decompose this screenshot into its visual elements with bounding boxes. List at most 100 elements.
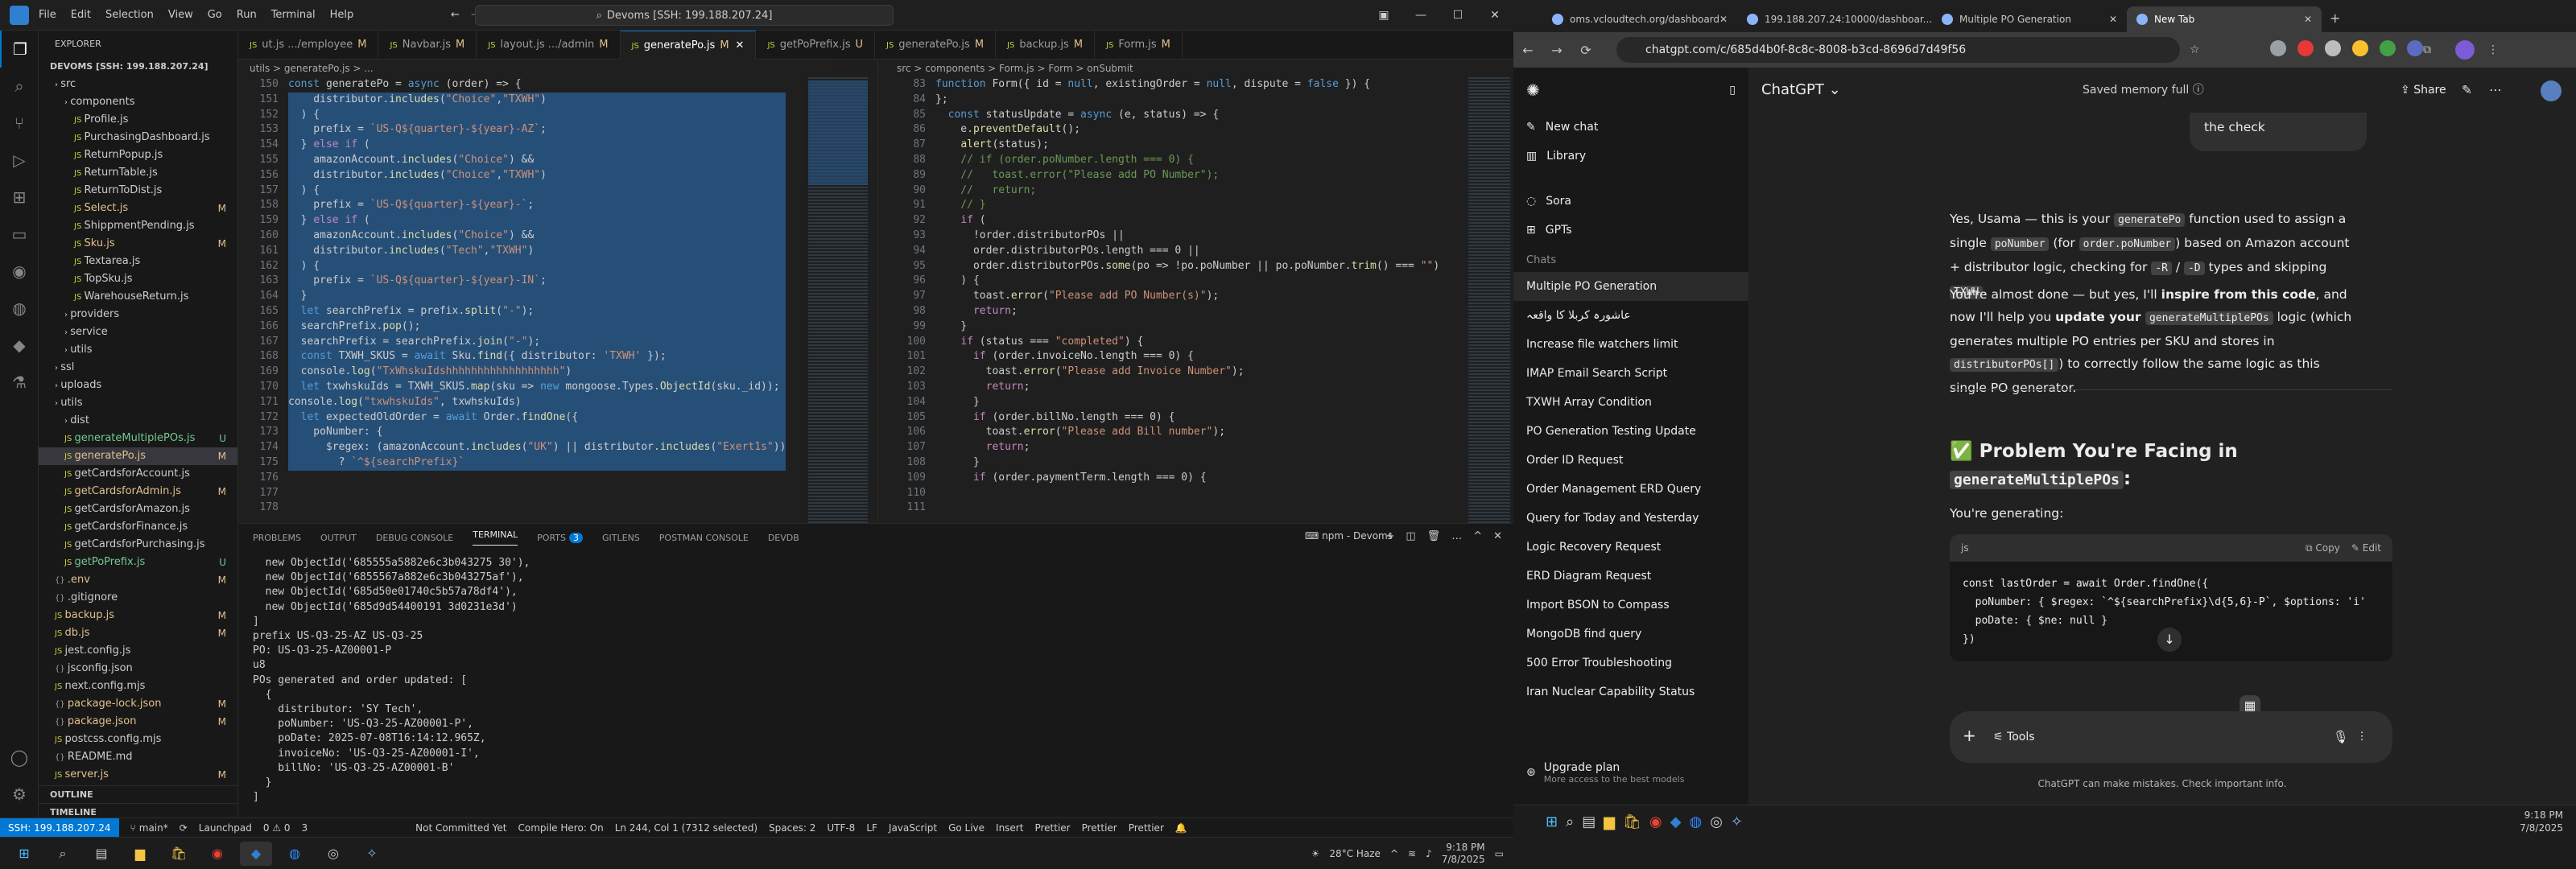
file-item[interactable]: JS server.js M — [39, 766, 237, 784]
editor-tab[interactable]: JS Form.js M — [1095, 31, 1183, 60]
editor-tab[interactable]: JS backup.js M — [996, 31, 1096, 60]
remote-explorer-icon[interactable]: ▭ — [0, 216, 39, 253]
close-tab-icon[interactable]: ✕ — [2304, 14, 2312, 25]
chat-history-item[interactable]: Import BSON to Compass — [1513, 591, 1748, 620]
insert-mode[interactable]: Insert — [996, 822, 1023, 834]
scroll-down-button[interactable]: ↓ — [2157, 628, 2182, 652]
address-bar[interactable]: chatgpt.com/c/685d4b0f-8c8c-8008-b3cd-86… — [1616, 37, 2180, 63]
trash-icon[interactable]: 🗑 — [1427, 530, 1441, 542]
bookmark-star-icon[interactable]: ☆ — [2190, 43, 2200, 56]
menu-go[interactable]: Go — [208, 9, 222, 21]
menu-terminal[interactable]: Terminal — [271, 9, 316, 21]
terminal-output[interactable]: new ObjectId('685555a5882e6c3b043275 30'… — [253, 556, 530, 805]
voice-mode-icon[interactable]: ⫶ — [2360, 726, 2363, 748]
terminal-selector[interactable]: ⌨ npm - Devoms — [1305, 530, 1393, 542]
file-item[interactable]: JS PurchasingDashboard.js — [39, 129, 237, 146]
file-item[interactable]: JS generatePo.js M — [39, 447, 237, 465]
chat-history-item[interactable]: عاشورہ کربلا کا واقعہ — [1513, 301, 1748, 330]
store-icon[interactable]: 🛍 — [163, 842, 195, 866]
file-item[interactable]: JS Profile.js — [39, 111, 237, 129]
chat-history-item[interactable]: Order ID Request — [1513, 446, 1748, 475]
file-item[interactable]: JS ReturnToDist.js — [39, 182, 237, 200]
app-icon-2[interactable]: ✧ — [356, 842, 388, 866]
folder-item[interactable]: › components — [39, 93, 237, 111]
file-item[interactable]: JS jest.config.js — [39, 642, 237, 660]
chat-history-item[interactable]: Query for Today and Yesterday — [1513, 504, 1748, 533]
more-icon[interactable]: … — [1451, 530, 1462, 542]
app-icon-2[interactable]: ✧ — [1731, 813, 1743, 830]
editor-tab[interactable]: JS ut.js .../employee M — [238, 31, 379, 60]
reload-icon[interactable]: ⟳ — [1571, 43, 1600, 58]
split-terminal-icon[interactable]: ◫ — [1406, 530, 1415, 542]
file-item[interactable]: {} jsconfig.json — [39, 660, 237, 677]
chat-history-item[interactable]: Increase file watchers limit — [1513, 330, 1748, 359]
git-branch[interactable]: main* — [139, 822, 168, 834]
panel-tab-problems[interactable]: PROBLEMS — [253, 533, 301, 543]
chevron-up-icon[interactable]: ^ — [1390, 848, 1398, 859]
panel-tab-ports[interactable]: PORTS — [537, 533, 566, 543]
explorer-icon[interactable]: ❐ — [0, 31, 39, 68]
panel-tab-devdb[interactable]: DEVDB — [768, 533, 799, 543]
extension-icon-5[interactable] — [2380, 40, 2396, 56]
chrome-icon[interactable]: ◉ — [1649, 813, 1662, 830]
windows-start-icon[interactable]: ⊞ — [8, 842, 40, 866]
panel-tab-terminal[interactable]: TERMINAL — [473, 529, 518, 546]
prettier-status-2[interactable]: Prettier — [1082, 822, 1117, 834]
clock[interactable]: 9:18 PM 7/8/2025 — [2520, 809, 2563, 834]
new-tab-icon[interactable]: + — [2330, 10, 2340, 26]
search-icon[interactable]: ⌕ — [0, 68, 39, 105]
folder-item[interactable]: › utils — [39, 341, 237, 359]
store-icon[interactable]: 🛍 — [1623, 813, 1641, 830]
file-item[interactable]: JS ShippmentPending.js — [39, 217, 237, 235]
puzzle-icon[interactable]: ⧉ — [2423, 43, 2431, 56]
profile-avatar[interactable] — [2455, 40, 2475, 60]
file-item[interactable]: JS TopSku.js — [39, 270, 237, 288]
extension-icon-2[interactable] — [2297, 40, 2314, 56]
task-view-icon[interactable]: ▤ — [1582, 813, 1596, 830]
zoom-icon[interactable]: ◍ — [279, 842, 311, 866]
right-code-editor[interactable]: 83 84 85 86 87 88 89 90 91 92 93 94 95 96 97 98 99 100 101… — [886, 77, 1465, 523]
wifi-icon[interactable]: ≋ — [1408, 848, 1416, 859]
file-item[interactable]: JS getCardsforAdmin.js M — [39, 483, 237, 500]
left-breadcrumb[interactable]: utils > generatePo.js > ... — [238, 60, 834, 77]
file-item[interactable]: JS Sku.js M — [39, 235, 237, 253]
file-item[interactable]: JS Select.js M — [39, 200, 237, 217]
forward-icon[interactable]: → — [1542, 43, 1571, 58]
zoom-icon[interactable]: ◍ — [1689, 813, 1702, 830]
back-icon[interactable]: ← — [1513, 43, 1542, 58]
sync-icon[interactable]: ⟳ — [180, 822, 188, 834]
language-mode[interactable]: JavaScript — [889, 822, 937, 834]
folder-item[interactable]: › ssl — [39, 359, 237, 377]
chrome-icon[interactable]: ◉ — [201, 842, 233, 866]
search-icon[interactable]: ⌕ — [47, 842, 79, 866]
menu-selection[interactable]: Selection — [105, 9, 154, 21]
editor-tab[interactable]: JS generatePo.js M — [875, 31, 997, 60]
menu-file[interactable]: File — [39, 9, 56, 21]
file-item[interactable]: JS getCardsforAmazon.js — [39, 500, 237, 518]
testing-icon[interactable]: ⚗ — [0, 364, 39, 401]
chrome-menu-icon[interactable]: ⋮ — [2487, 43, 2499, 56]
panel-tab-output[interactable]: OUTPUT — [320, 533, 357, 543]
minimize-icon[interactable]: — — [1402, 9, 1439, 22]
file-item[interactable]: JS postcss.config.mjs — [39, 731, 237, 748]
close-icon[interactable]: ✕ — [1476, 9, 1513, 22]
app-icon[interactable]: ◎ — [1710, 813, 1723, 830]
file-explorer-icon[interactable]: ▆ — [1604, 813, 1615, 830]
chat-history-item[interactable]: MongoDB find query — [1513, 620, 1748, 649]
chat-history-item[interactable]: TXWH Array Condition — [1513, 388, 1748, 417]
model-selector[interactable]: ChatGPT ⌄ — [1761, 79, 1841, 101]
file-item[interactable]: JS ReturnTable.js — [39, 164, 237, 182]
file-item[interactable]: {} package.json M — [39, 713, 237, 731]
folder-item[interactable]: › utils — [39, 394, 237, 412]
sidebar-item-new-chat[interactable]: ✎ New chat — [1513, 113, 1748, 142]
search-icon[interactable]: ⌕ — [1566, 813, 1574, 830]
plus-icon[interactable]: + — [1963, 724, 1976, 747]
file-item[interactable]: JS generateMultiplePOs.js U — [39, 430, 237, 447]
source-control-icon[interactable]: ⑂ — [0, 105, 39, 142]
postman-icon[interactable]: ◆ — [0, 327, 39, 364]
sidebar-item-gpts[interactable]: ⊞ GPTs — [1513, 216, 1748, 245]
file-item[interactable]: JS next.config.mjs — [39, 677, 237, 695]
file-item[interactable]: JS db.js M — [39, 624, 237, 642]
chat-history-item[interactable]: Logic Recovery Request — [1513, 533, 1748, 562]
close-tab-icon[interactable]: ✕ — [736, 39, 745, 51]
